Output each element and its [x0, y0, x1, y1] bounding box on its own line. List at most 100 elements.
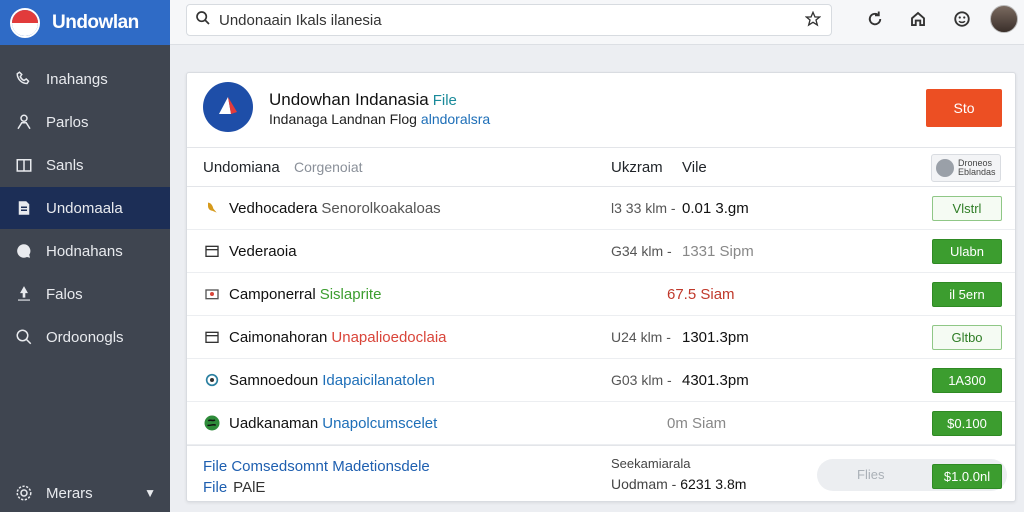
- row-action-button[interactable]: il 5ern: [932, 282, 1002, 307]
- row-action-button[interactable]: 1A300: [932, 368, 1002, 393]
- row-tag: Senorolkoakaloas: [321, 200, 441, 217]
- row-action-button[interactable]: $0.100: [932, 411, 1002, 436]
- row-action-button[interactable]: Ulabn: [932, 239, 1002, 264]
- row-action-button[interactable]: Gltbo: [932, 325, 1002, 350]
- primary-action-button[interactable]: Sto: [926, 89, 1002, 127]
- table-row[interactable]: Camponerral Sislaprite 67.5 Siam il 5ern: [187, 273, 1015, 316]
- sidebar: Undowlan Inahangs Parlos Sanls Undomaala…: [0, 0, 170, 512]
- header-action-label: Droneos Eblandas: [958, 158, 996, 177]
- folder-icon: [203, 285, 221, 303]
- brand-name: Undowlan: [52, 11, 139, 33]
- row-action-button[interactable]: Vlstrl: [932, 196, 1002, 221]
- sidebar-item-merars[interactable]: Merars ▼: [0, 472, 170, 512]
- sidebar-item-label: Parlos: [46, 113, 89, 131]
- search-input[interactable]: [219, 11, 799, 29]
- avatar[interactable]: [990, 5, 1018, 33]
- table-row[interactable]: Samnoedoun Idapaicilanatolen G03 klm - 4301…: [187, 359, 1015, 402]
- column-header-name[interactable]: Undomiana: [203, 159, 280, 176]
- chat-icon: [14, 241, 34, 261]
- refresh-icon[interactable]: [864, 8, 886, 30]
- share-icon: [14, 284, 34, 304]
- brand-header[interactable]: Undowlan: [0, 0, 170, 45]
- sidebar-item-parlos[interactable]: Parlos: [0, 101, 170, 143]
- footer-link-plain: PAlE: [233, 479, 266, 496]
- row-tag: Unapolcumscelet: [322, 415, 438, 432]
- footer-link-secondary[interactable]: File PAlE: [203, 479, 265, 496]
- column-header-size[interactable]: Ukzram: [611, 159, 663, 176]
- subtitle-text: Indanaga Landnan Flog: [269, 111, 417, 127]
- sidebar-item-hodnahans[interactable]: Hodnahans: [0, 230, 170, 272]
- page-subtitle: Indanaga Landnan Flog alndoralsra: [269, 111, 490, 127]
- row-size: U24 klm -: [611, 329, 671, 345]
- table-header: Undomiana Corgenoiat Ukzram Vile Droneos…: [187, 147, 1015, 187]
- sidebar-item-ordoonogls[interactable]: Ordoonogls: [0, 316, 170, 358]
- row-tag: Idapaicilanatolen: [322, 372, 435, 389]
- user-icon: [936, 159, 954, 177]
- document-icon: [14, 198, 34, 218]
- sidebar-item-falos[interactable]: Falos: [0, 273, 170, 315]
- footer-action-button[interactable]: $1.0.0nl: [932, 464, 1002, 489]
- phone-icon: [14, 69, 34, 89]
- table-row[interactable]: Caimonahoran Unapalioedoclaia U24 klm - 130…: [187, 316, 1015, 359]
- subtitle-link[interactable]: alndoralsra: [421, 111, 490, 127]
- table-row[interactable]: Uadkanaman Unapolcumscelet 0m Siam $0.100: [187, 402, 1015, 445]
- title-text: Undowhan Indanasia: [269, 90, 429, 109]
- calendar-icon: [203, 328, 221, 346]
- table-row[interactable]: Vederaoia G34 klm - 1331 Sipm Ulabn: [187, 230, 1015, 273]
- table-row[interactable]: Vedhocadera Senorolkoakaloas l3 33 klm - 0.…: [187, 187, 1015, 230]
- row-name-text: Caimonahoran: [229, 329, 328, 346]
- row-name: Vedhocadera Senorolkoakaloas: [229, 200, 441, 217]
- footer-meta-label: Seekamiarala: [611, 456, 691, 471]
- row-time: 1301.3pm: [682, 329, 749, 346]
- sidebar-item-inahangs[interactable]: Inahangs: [0, 58, 170, 100]
- row-name-text: Uadkanaman: [229, 415, 319, 432]
- row-name-text: Vederaoia: [229, 243, 297, 260]
- topbar: [170, 0, 1024, 45]
- page-title: Undowhan Indanasia File: [269, 90, 457, 110]
- sidebar-item-label: Falos: [46, 285, 83, 303]
- sidebar-item-label: Inahangs: [46, 70, 108, 88]
- footer-meta-value: Uodmam - 6231 3.8m: [611, 476, 746, 492]
- star-icon[interactable]: [804, 10, 822, 32]
- row-time: 67.5 Siam: [667, 286, 735, 303]
- column-header-secondary[interactable]: Corgenoiat: [294, 159, 363, 175]
- row-size: G03 klm -: [611, 372, 672, 388]
- earth-icon: [203, 414, 221, 432]
- search-icon: [14, 327, 34, 347]
- calendar-icon: [203, 242, 221, 260]
- flag-icon: [10, 7, 40, 38]
- footer-link-primary[interactable]: File Comsedsomnt Madetionsdele: [203, 458, 430, 475]
- header-action-button[interactable]: Droneos Eblandas: [931, 154, 1001, 182]
- emoji-icon[interactable]: [951, 8, 973, 30]
- search-icon: [195, 10, 211, 31]
- row-time: 0m Siam: [667, 415, 727, 432]
- settings-icon: [14, 483, 34, 503]
- sidebar-item-label: Sanls: [46, 156, 84, 174]
- card-footer: File Comsedsomnt Madetionsdele File PAlE …: [187, 445, 1015, 501]
- footer-meta-number: 6231 3.8m: [680, 476, 747, 492]
- sidebar-item-label: Ordoonogls: [46, 328, 124, 346]
- row-tag: Unapalioedoclaia: [331, 329, 447, 346]
- row-name-text: Samnoedoun: [229, 372, 319, 389]
- column-header-time[interactable]: Vile: [682, 159, 707, 176]
- row-size: G34 klm -: [611, 243, 672, 259]
- footer-link-text: File: [203, 479, 228, 496]
- row-tag: Sislaprite: [319, 286, 382, 303]
- row-name: Caimonahoran Unapalioedoclaia: [229, 329, 447, 346]
- sidebar-item-sanls[interactable]: Sanls: [0, 144, 170, 186]
- sidebar-item-label: Hodnahans: [46, 242, 123, 260]
- globe-icon: [203, 371, 221, 389]
- dashboard-icon: [14, 155, 34, 175]
- row-name: Camponerral Sislaprite: [229, 286, 381, 303]
- sidebar-item-label: Merars: [46, 484, 93, 502]
- sidebar-item-undomaala[interactable]: Undomaala: [0, 187, 170, 229]
- person-icon: [14, 112, 34, 132]
- file-card: Undowhan Indanasia File Indanaga Landnan …: [186, 72, 1016, 502]
- title-accent: File: [432, 92, 457, 109]
- row-name: Samnoedoun Idapaicilanatolen: [229, 372, 435, 389]
- bird-icon: [203, 199, 221, 217]
- home-icon[interactable]: [907, 8, 929, 30]
- row-time: 1331 Sipm: [682, 243, 754, 260]
- chevron-down-icon: ▼: [144, 486, 156, 500]
- row-time: 4301.3pm: [682, 372, 749, 389]
